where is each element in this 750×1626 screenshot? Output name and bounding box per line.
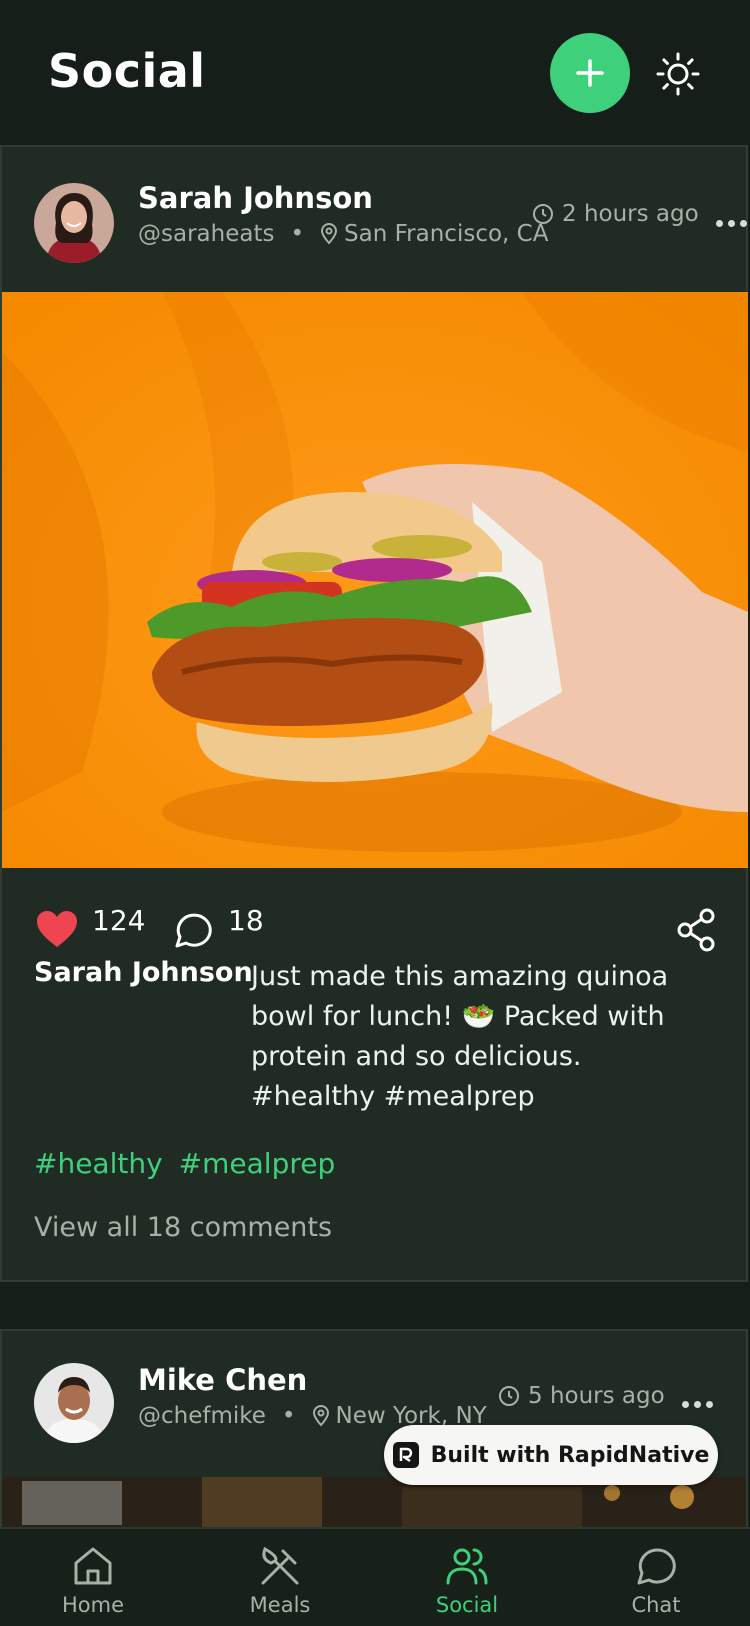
post-tags: #healthy #mealprep bbox=[34, 1147, 335, 1180]
post-author-meta: @saraheats • San Francisco, CA bbox=[138, 221, 548, 247]
app-header: Social bbox=[0, 0, 750, 145]
like-count: 124 bbox=[92, 904, 146, 937]
page-title: Social bbox=[48, 44, 206, 98]
tab-meals[interactable]: Meals bbox=[220, 1543, 340, 1617]
post-author-name[interactable]: Mike Chen bbox=[138, 1363, 307, 1397]
tab-home[interactable]: Home bbox=[33, 1543, 153, 1617]
chat-bubble-icon bbox=[637, 1548, 676, 1585]
more-dot-icon bbox=[682, 1401, 689, 1408]
more-dot-icon bbox=[694, 1401, 701, 1408]
location-pin-icon bbox=[321, 223, 338, 245]
plus-icon bbox=[576, 59, 604, 87]
theme-toggle-button[interactable] bbox=[652, 48, 704, 100]
post-image[interactable] bbox=[2, 292, 748, 868]
avatar[interactable] bbox=[34, 1363, 114, 1443]
home-icon bbox=[74, 1547, 112, 1585]
post-author-handle[interactable]: @chefmike bbox=[138, 1403, 266, 1429]
tab-label: Home bbox=[61, 1593, 124, 1617]
users-icon bbox=[446, 1548, 488, 1585]
post-time: 5 hours ago bbox=[498, 1383, 665, 1409]
post-time: 2 hours ago bbox=[532, 201, 699, 227]
view-all-comments-link[interactable]: View all 18 comments bbox=[34, 1212, 332, 1243]
hashtag-link[interactable]: #healthy bbox=[34, 1147, 163, 1180]
tab-chat[interactable]: Chat bbox=[596, 1543, 716, 1617]
heart-icon[interactable] bbox=[36, 910, 78, 948]
post-actions: 124 18 bbox=[2, 892, 748, 952]
clock-icon bbox=[533, 204, 553, 224]
sun-icon bbox=[656, 52, 700, 96]
post-more-button[interactable] bbox=[682, 1401, 713, 1408]
post-card: Sarah Johnson @saraheats • San Francisco… bbox=[0, 145, 748, 1282]
tab-label: Chat bbox=[631, 1593, 681, 1617]
separator-dot: • bbox=[281, 1403, 296, 1429]
comment-count: 18 bbox=[228, 904, 264, 937]
tab-label: Social bbox=[435, 1593, 499, 1617]
post-location: San Francisco, CA bbox=[344, 221, 549, 247]
tab-social[interactable]: Social bbox=[407, 1543, 527, 1617]
built-with-label: Built with RapidNative bbox=[430, 1442, 710, 1468]
more-dot-icon bbox=[740, 220, 747, 227]
bottom-tab-bar: Home Meals Social Chat bbox=[0, 1527, 750, 1626]
post-time-label: 2 hours ago bbox=[562, 201, 699, 227]
post-author-handle[interactable]: @saraheats bbox=[138, 221, 274, 247]
post-author-name[interactable]: Sarah Johnson bbox=[138, 181, 373, 215]
more-dot-icon bbox=[716, 220, 723, 227]
more-dot-icon bbox=[706, 1401, 713, 1408]
more-dot-icon bbox=[728, 220, 735, 227]
separator-dot: • bbox=[290, 221, 305, 247]
rapidnative-logo-icon bbox=[392, 1442, 419, 1468]
caption-text: Just made this amazing quinoa bowl for l… bbox=[251, 961, 669, 1112]
add-post-button[interactable] bbox=[550, 33, 630, 113]
post-time-label: 5 hours ago bbox=[528, 1383, 665, 1409]
clock-icon bbox=[499, 1386, 519, 1406]
utensils-icon bbox=[261, 1546, 299, 1585]
share-icon[interactable] bbox=[676, 908, 716, 952]
avatar[interactable] bbox=[34, 183, 114, 263]
location-pin-icon bbox=[312, 1405, 329, 1427]
post-more-button[interactable] bbox=[716, 220, 747, 227]
hashtag-link[interactable]: #mealprep bbox=[179, 1147, 336, 1180]
caption-author[interactable]: Sarah Johnson bbox=[34, 957, 253, 988]
tab-label: Meals bbox=[249, 1593, 311, 1617]
comment-icon[interactable] bbox=[172, 911, 212, 951]
built-with-badge[interactable]: Built with RapidNative bbox=[384, 1425, 718, 1485]
